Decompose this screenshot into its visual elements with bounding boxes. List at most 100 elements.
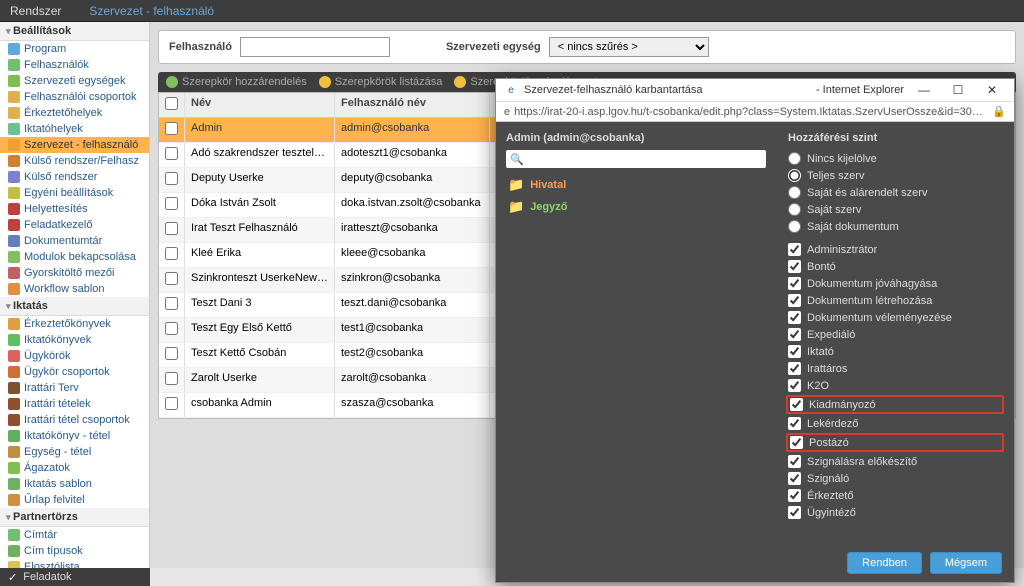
role-option[interactable]: Bontó <box>788 258 1002 275</box>
sidebar-item[interactable]: Címtár <box>0 527 149 543</box>
sidebar-item[interactable]: Irattári tétel csoportok <box>0 412 149 428</box>
role-checkbox[interactable] <box>788 243 801 256</box>
sidebar-item[interactable]: Egység - tétel <box>0 444 149 460</box>
role-option[interactable]: Dokumentum jóváhagyása <box>788 275 1002 292</box>
ok-button[interactable]: Rendben <box>847 552 922 574</box>
sidebar-item[interactable]: Iktatóhelyek <box>0 121 149 137</box>
sidebar-section[interactable]: Iktatás <box>0 297 149 316</box>
row-checkbox[interactable] <box>165 147 178 160</box>
row-checkbox[interactable] <box>165 122 178 135</box>
sidebar-item[interactable]: Workflow sablon <box>0 281 149 297</box>
access-radio[interactable] <box>788 169 801 182</box>
tree-item[interactable]: 📁Hivatal <box>506 174 766 196</box>
role-checkbox[interactable] <box>788 506 801 519</box>
row-checkbox[interactable] <box>165 222 178 235</box>
role-checkbox[interactable] <box>788 345 801 358</box>
sidebar-item[interactable]: Ágazatok <box>0 460 149 476</box>
sidebar-item[interactable]: Külső rendszer/Felhasz <box>0 153 149 169</box>
role-option[interactable]: Iktató <box>788 343 1002 360</box>
close-icon[interactable]: ✕ <box>978 83 1006 97</box>
row-checkbox[interactable] <box>165 172 178 185</box>
row-checkbox[interactable] <box>165 197 178 210</box>
sidebar-item[interactable]: Külső rendszer <box>0 169 149 185</box>
access-option[interactable]: Saját és alárendelt szerv <box>788 184 1002 201</box>
role-option[interactable]: Kiadmányozó <box>786 395 1004 414</box>
row-checkbox[interactable] <box>165 372 178 385</box>
tree-item[interactable]: 📁Jegyző <box>506 196 766 218</box>
access-option[interactable]: Nincs kijelölve <box>788 150 1002 167</box>
sidebar-item[interactable]: Felhasználói csoportok <box>0 89 149 105</box>
role-option[interactable]: Expediáló <box>788 326 1002 343</box>
sidebar-item[interactable]: Űrlap felvitel <box>0 492 149 508</box>
access-radio[interactable] <box>788 152 801 165</box>
sidebar-item[interactable]: Iktatás sablon <box>0 476 149 492</box>
sidebar-item[interactable]: Irattári Terv <box>0 380 149 396</box>
sidebar-item[interactable]: Szervezeti egységek <box>0 73 149 89</box>
role-option[interactable]: Dokumentum véleményezése <box>788 309 1002 326</box>
role-checkbox[interactable] <box>788 362 801 375</box>
sidebar-item[interactable]: Program <box>0 41 149 57</box>
role-checkbox[interactable] <box>788 260 801 273</box>
bottombar[interactable]: Feladatok <box>0 568 150 586</box>
toolbar-assign-role[interactable]: Szerepkör hozzárendelés <box>166 76 307 88</box>
sidebar-section[interactable]: Partnertörzs <box>0 508 149 527</box>
sidebar-section[interactable]: Beállítások <box>0 22 149 41</box>
role-option[interactable]: Adminisztrátor <box>788 241 1002 258</box>
role-option[interactable]: Irattáros <box>788 360 1002 377</box>
role-checkbox[interactable] <box>788 311 801 324</box>
sidebar-item[interactable]: Érkeztetőkönyvek <box>0 316 149 332</box>
row-checkbox[interactable] <box>165 347 178 360</box>
sidebar-item[interactable]: Felhasználók <box>0 57 149 73</box>
role-option[interactable]: Szignáló <box>788 470 1002 487</box>
col-name[interactable]: Név <box>185 93 335 117</box>
sidebar-item[interactable]: Feladatkezelő <box>0 217 149 233</box>
role-option[interactable]: Ügyintéző <box>788 504 1002 521</box>
sidebar-item[interactable]: Iktatókönyvek <box>0 332 149 348</box>
sidebar-item[interactable]: Elosztólista <box>0 559 149 568</box>
sidebar-item[interactable]: Cím típusok <box>0 543 149 559</box>
filter-unit-select[interactable]: < nincs szűrés > <box>549 37 709 57</box>
role-checkbox[interactable] <box>788 294 801 307</box>
role-option[interactable]: Dokumentum létrehozása <box>788 292 1002 309</box>
role-checkbox[interactable] <box>790 436 803 449</box>
role-checkbox[interactable] <box>790 398 803 411</box>
role-checkbox[interactable] <box>788 417 801 430</box>
row-checkbox[interactable] <box>165 297 178 310</box>
cancel-button[interactable]: Mégsem <box>930 552 1002 574</box>
sidebar-item[interactable]: Helyettesítés <box>0 201 149 217</box>
access-option[interactable]: Teljes szerv <box>788 167 1002 184</box>
row-checkbox[interactable] <box>165 272 178 285</box>
access-option[interactable]: Saját dokumentum <box>788 218 1002 235</box>
maximize-icon[interactable]: ☐ <box>944 83 972 97</box>
sidebar-item[interactable]: Modulok bekapcsolása <box>0 249 149 265</box>
access-radio[interactable] <box>788 220 801 233</box>
sidebar-item[interactable]: Ügykör csoportok <box>0 364 149 380</box>
sidebar-item[interactable]: Dokumentumtár <box>0 233 149 249</box>
filter-user-input[interactable] <box>240 37 390 57</box>
role-option[interactable]: Postázó <box>786 433 1004 452</box>
sidebar-item[interactable]: Iktatókönyv - tétel <box>0 428 149 444</box>
role-checkbox[interactable] <box>788 489 801 502</box>
row-checkbox[interactable] <box>165 397 178 410</box>
sidebar-item[interactable]: Irattári tételek <box>0 396 149 412</box>
role-option[interactable]: Lekérdező <box>788 415 1002 432</box>
role-checkbox[interactable] <box>788 277 801 290</box>
role-option[interactable]: Érkeztető <box>788 487 1002 504</box>
col-user[interactable]: Felhasználó név <box>335 93 490 117</box>
role-checkbox[interactable] <box>788 379 801 392</box>
access-option[interactable]: Saját szerv <box>788 201 1002 218</box>
sidebar-item[interactable]: Egyéni beállítások <box>0 185 149 201</box>
sidebar-item[interactable]: Szervezet - felhasználó <box>0 137 149 153</box>
row-checkbox[interactable] <box>165 247 178 260</box>
sidebar-item[interactable]: Gyorskitöltő mezői <box>0 265 149 281</box>
role-checkbox[interactable] <box>788 328 801 341</box>
role-checkbox[interactable] <box>788 455 801 468</box>
row-checkbox[interactable] <box>165 322 178 335</box>
minimize-icon[interactable]: — <box>910 83 938 97</box>
role-option[interactable]: K2O <box>788 377 1002 394</box>
role-option[interactable]: Szignálásra előkészítő <box>788 453 1002 470</box>
sidebar-item[interactable]: Érkeztetőhelyek <box>0 105 149 121</box>
toolbar-list-roles[interactable]: Szerepkörök listázása <box>319 76 443 88</box>
tree-search-input[interactable] <box>506 150 766 168</box>
access-radio[interactable] <box>788 186 801 199</box>
